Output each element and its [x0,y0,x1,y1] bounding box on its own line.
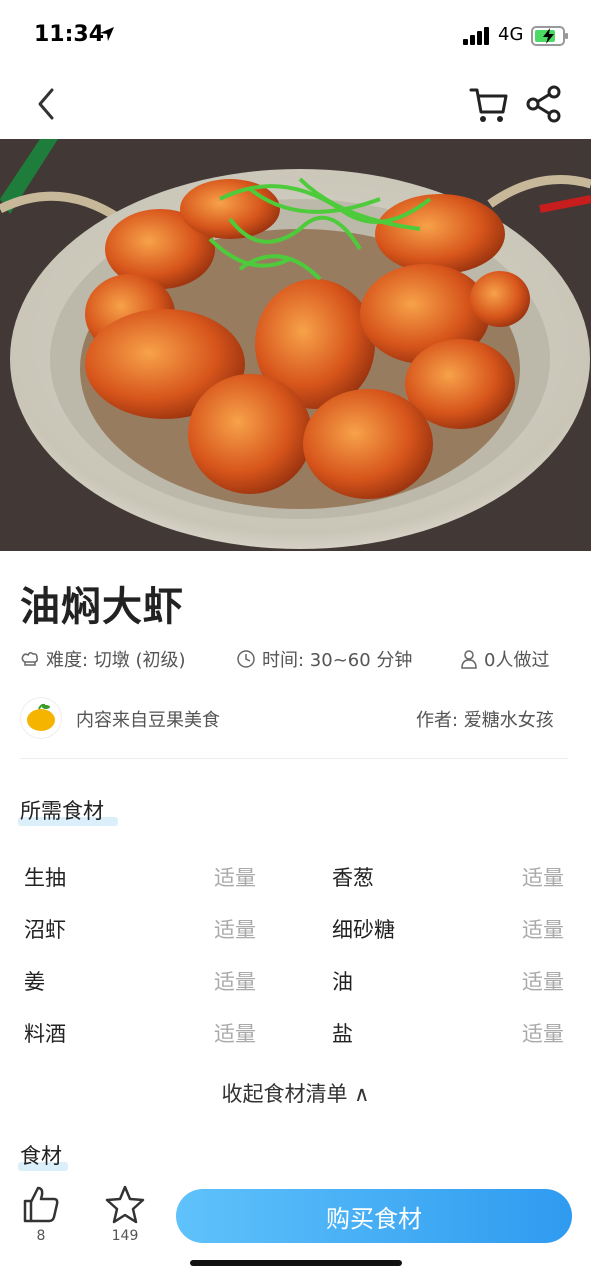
source-text: 内容来自豆果美食 [76,710,220,731]
cart-icon[interactable] [468,84,510,124]
recipe-photo [0,139,591,551]
ingredient-qty: 适量 [214,866,256,890]
food-heading-text: 食材 [20,1144,62,1168]
chef-hat-icon [21,651,38,666]
ingredient-name: 油 [332,970,353,994]
cooked-count-text: 0人做过 [484,650,550,671]
ingredients-heading-text: 所需食材 [20,799,104,823]
person-icon [461,650,477,669]
ingredient-qty: 适量 [522,1022,564,1046]
home-indicator [190,1260,402,1266]
ingredients-heading: 所需食材 [18,795,118,826]
ingredient-name: 料酒 [24,1022,66,1046]
status-time: 11:34 [34,22,105,47]
difficulty-text: 难度: 切墩 (初级) [46,650,186,671]
author-text[interactable]: 作者: 爱糖水女孩 [416,706,554,732]
recipe-title: 油焖大虾 [20,584,184,630]
ingredient-qty: 适量 [214,1022,256,1046]
ingredient-name: 生抽 [24,866,66,890]
location-arrow-icon [100,27,114,41]
ingredient-name: 香葱 [332,866,374,890]
divider [20,758,568,759]
ingredient-name: 细砂糖 [332,918,395,942]
buy-ingredients-button[interactable]: 购买食材 [176,1189,572,1243]
ingredient-qty: 适量 [214,970,256,994]
status-bar: 11:34 4G [0,0,591,70]
ingredient-name: 沼虾 [24,918,66,942]
network-type: 4G [498,24,524,45]
clock-icon [237,650,255,668]
time-text: 时间: 30~60 分钟 [262,650,413,671]
ingredient-name: 姜 [24,970,45,994]
ingredient-name: 盐 [332,1022,353,1046]
ingredient-qty: 适量 [214,918,256,942]
food-heading: 食材 [18,1140,68,1171]
battery-charging-icon [531,26,568,46]
cooked-count-info: 0人做过 [460,646,549,672]
favorite-count: 149 [111,1228,139,1244]
ingredient-qty: 适量 [522,970,564,994]
share-icon[interactable] [524,84,564,124]
source-logo-icon [20,697,62,739]
star-icon[interactable] [104,1184,146,1224]
ingredient-qty: 适量 [522,918,564,942]
signal-icon [463,27,489,45]
like-count: 8 [36,1228,46,1244]
time-info: 时间: 30~60 分钟 [236,646,412,672]
back-button[interactable] [30,86,64,122]
thumbs-up-icon[interactable] [21,1184,61,1224]
ingredient-qty: 适量 [522,866,564,890]
difficulty-info: 难度: 切墩 (初级) [20,646,186,672]
collapse-ingredients-button[interactable]: 收起食材清单 ∧ [0,1078,591,1108]
